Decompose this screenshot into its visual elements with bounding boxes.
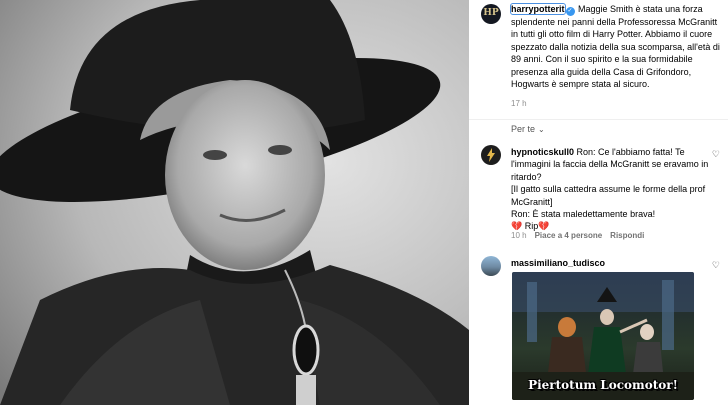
comments-panel: HP harrypotterit ✓ Maggie Smith è stata u… xyxy=(469,0,728,405)
reply-button[interactable]: Rispondi xyxy=(610,231,644,240)
divider xyxy=(469,119,728,120)
comment-timestamp: 10 h xyxy=(511,231,527,240)
comment-line: Ron: È stata maledettamente brava! xyxy=(511,209,656,220)
post-caption: harrypotterit ✓ Maggie Smith è stata una … xyxy=(510,3,721,90)
sort-label: Per te xyxy=(511,124,536,134)
comment-gif[interactable]: Piertotum Locomotor! xyxy=(512,272,694,400)
comment-body: massimiliano_tudisco xyxy=(511,257,711,269)
comment-likes[interactable]: Piace a 4 persone xyxy=(535,231,603,240)
post-image xyxy=(0,0,469,405)
comment-line: 💔 Rip💔 xyxy=(511,221,550,232)
lightning-icon xyxy=(487,148,495,162)
comment-avatar[interactable] xyxy=(481,256,501,276)
comment-username[interactable]: hypnoticskull0 xyxy=(511,147,574,157)
caption-text: Maggie Smith è stata una forza splendent… xyxy=(511,4,720,90)
verified-badge-icon: ✓ xyxy=(565,7,575,16)
comment-line: [Il gatto sulla cattedra assume le forme… xyxy=(511,184,706,207)
post-author-username[interactable]: harrypotterit xyxy=(510,3,566,15)
post-author-avatar[interactable]: HP xyxy=(481,4,501,24)
chevron-down-icon: ⌄ xyxy=(538,125,545,134)
comment-body: hypnoticskull0 Ron: Ce l'abbiamo fatta! … xyxy=(511,146,711,233)
comment-avatar[interactable] xyxy=(481,145,501,165)
heart-icon[interactable]: ♡ xyxy=(712,260,720,271)
comment-meta: 10 h Piace a 4 persone Rispondi xyxy=(511,231,644,240)
portrait-illustration xyxy=(0,0,469,405)
post-timestamp: 17 h xyxy=(511,99,527,108)
comment-username[interactable]: massimiliano_tudisco xyxy=(511,258,605,268)
comments-sort-dropdown[interactable]: Per te ⌄ xyxy=(511,124,545,134)
heart-icon[interactable]: ♡ xyxy=(712,149,720,160)
gif-caption: Piertotum Locomotor! xyxy=(528,378,678,392)
